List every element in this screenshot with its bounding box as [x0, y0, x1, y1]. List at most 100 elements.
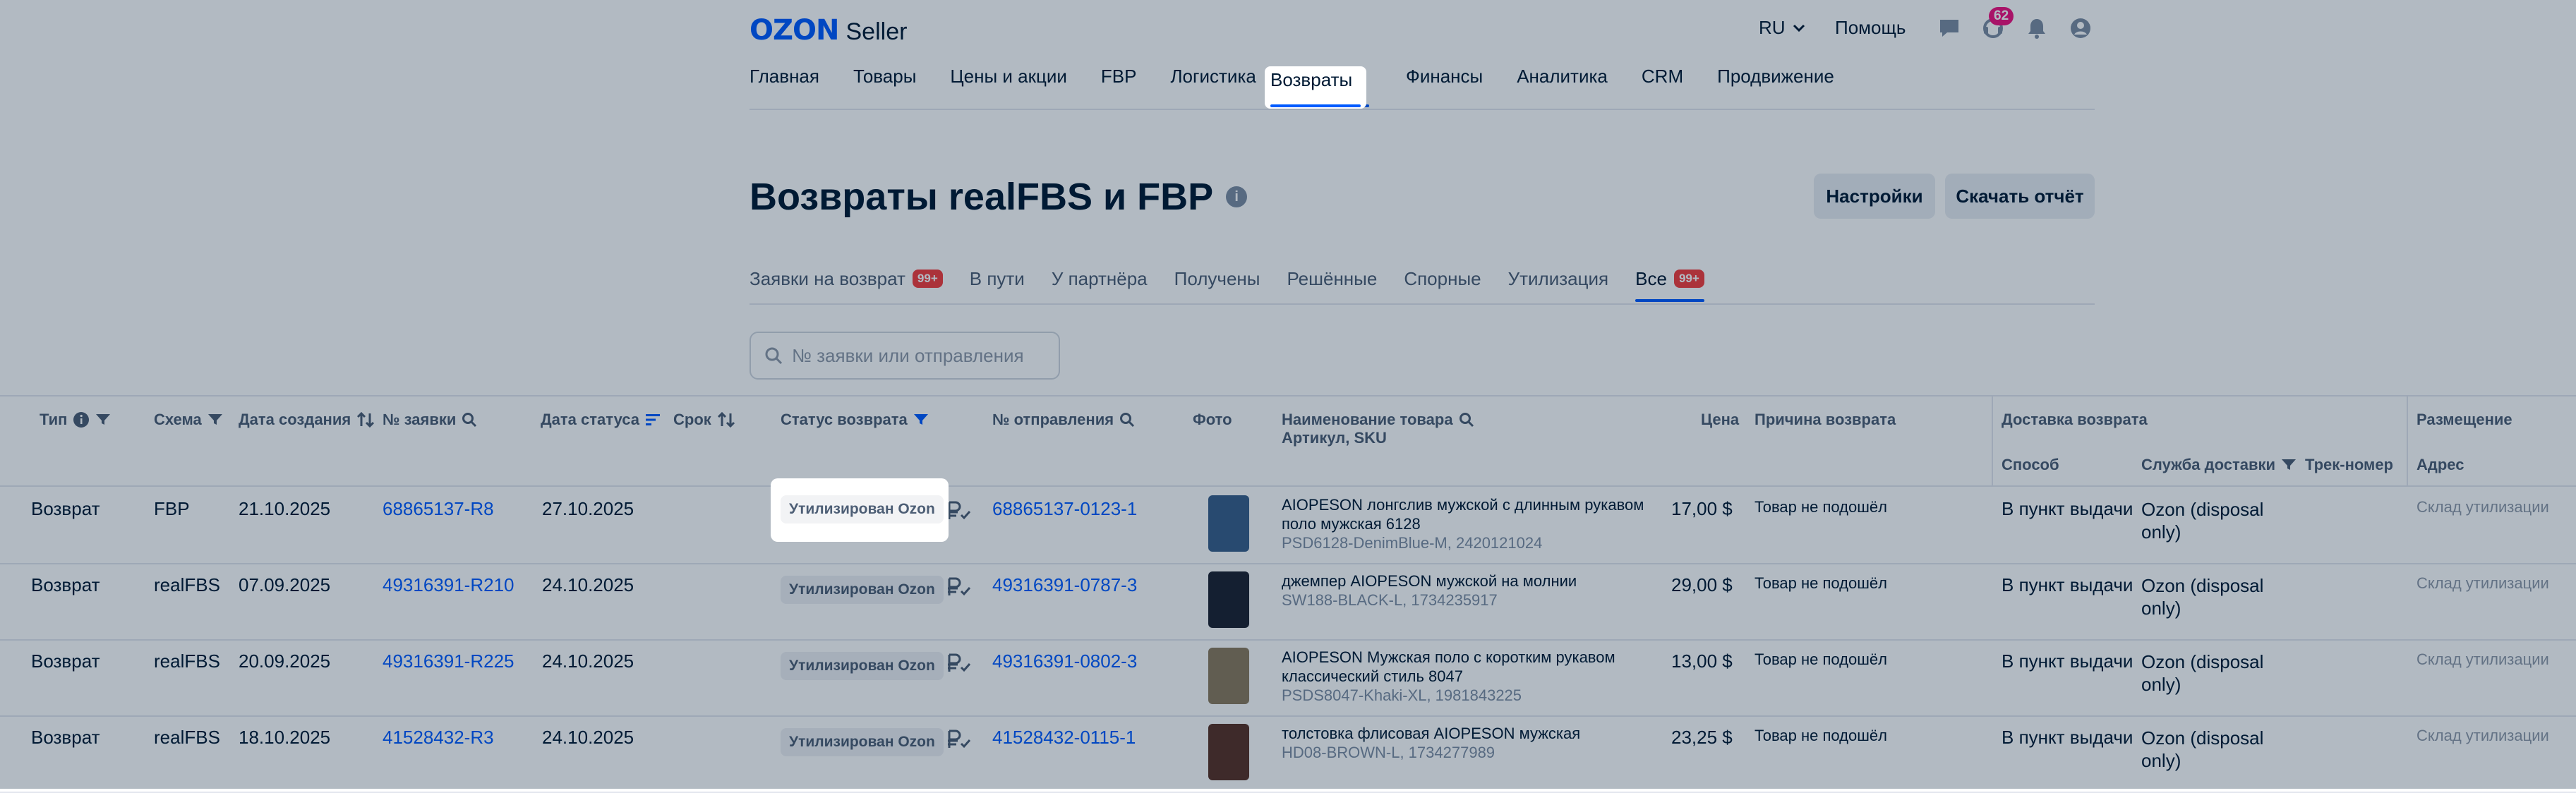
- status-badge: Утилизирован Ozon: [781, 576, 944, 604]
- tab-at-partner[interactable]: У партнёра: [1052, 268, 1148, 302]
- tab-resolved[interactable]: Решённые: [1287, 268, 1377, 302]
- nav-item-products[interactable]: Товары: [853, 67, 916, 107]
- col-method: Способ: [2002, 456, 2059, 474]
- nav-item-main[interactable]: Главная: [750, 67, 819, 107]
- col-created-label: Дата создания: [239, 411, 351, 428]
- nav-item-fbp[interactable]: FBP: [1101, 67, 1137, 107]
- bell-icon[interactable]: [2024, 16, 2050, 41]
- settings-button[interactable]: Настройки: [1814, 174, 1935, 219]
- col-reason: Причина возврата: [1755, 411, 1896, 429]
- product-photo[interactable]: [1208, 648, 1249, 704]
- tab-return-requests[interactable]: Заявки на возврат 99+: [750, 268, 943, 302]
- table-row[interactable]: Возврат realFBS 07.09.2025 49316391-R210…: [0, 563, 2576, 641]
- col-term[interactable]: Срок: [673, 411, 735, 429]
- col-address: Адрес: [2416, 456, 2464, 474]
- table-row[interactable]: Возврат realFBS 20.09.2025 49316391-R225…: [0, 639, 2576, 717]
- shipment-number-link[interactable]: 49316391-0787-3: [992, 574, 1137, 596]
- highlight-nav-returns[interactable]: Возвраты: [1265, 66, 1366, 109]
- search-field[interactable]: № заявки или отправления: [750, 332, 1060, 380]
- col-scheme[interactable]: Схема: [154, 411, 223, 429]
- product-sku: PSDS8047-Khaki-XL, 1981843225: [1282, 686, 1522, 704]
- col-request-no[interactable]: № заявки: [383, 411, 477, 429]
- filter-icon[interactable]: [95, 413, 111, 426]
- col-product-name[interactable]: Наименование товара: [1282, 411, 1474, 429]
- service-line2: only): [2141, 750, 2181, 771]
- request-number-link[interactable]: 49316391-R210: [383, 574, 514, 596]
- service-line1: Ozon (disposal: [2141, 651, 2264, 672]
- cell-created: 18.10.2025: [239, 727, 331, 748]
- search-icon[interactable]: [462, 412, 477, 428]
- cell-address: Склад утилизации: [2416, 727, 2549, 744]
- chat-icon[interactable]: [1937, 16, 1962, 41]
- col-status-date[interactable]: Дата статуса: [541, 411, 661, 429]
- col-service[interactable]: Служба доставки: [2141, 456, 2297, 474]
- tab-all[interactable]: Все 99+: [1635, 268, 1704, 302]
- sort-desc-icon[interactable]: [645, 413, 661, 426]
- nav-item-crm[interactable]: CRM: [1642, 67, 1683, 107]
- cell-reason: Товар не подошёл: [1755, 574, 1887, 592]
- shipment-number-link[interactable]: 68865137-0123-1: [992, 498, 1137, 520]
- status-badge: Утилизирован Ozon: [781, 495, 944, 523]
- cell-scheme: realFBS: [154, 650, 220, 672]
- product-sku: HD08-BROWN-L, 1734277989: [1282, 744, 1495, 761]
- filter-icon[interactable]: [2281, 459, 2297, 471]
- col-shipment-no[interactable]: № отправления: [992, 411, 1135, 429]
- highlight-status-cell[interactable]: Утилизирован Ozon: [771, 478, 949, 542]
- nav-item-analytics[interactable]: Аналитика: [1517, 67, 1608, 107]
- nav-item-finance[interactable]: Финансы: [1406, 67, 1483, 107]
- nav-item-returns-text: Возвраты: [1270, 69, 1353, 90]
- shipment-number-link[interactable]: 41528432-0115-1: [992, 727, 1136, 749]
- request-number-link[interactable]: 68865137-R8: [383, 498, 494, 520]
- language-selector[interactable]: RU: [1759, 17, 1805, 39]
- table-row[interactable]: Возврат FBP 21.10.2025 68865137-R8 27.10…: [0, 487, 2576, 564]
- col-type[interactable]: Тип: [40, 411, 111, 429]
- cell-method: В пункт выдачи: [2002, 498, 2133, 519]
- cell-method: В пункт выдачи: [2002, 727, 2133, 748]
- col-status[interactable]: Статус возврата: [781, 411, 929, 429]
- col-scheme-label: Схема: [154, 411, 202, 428]
- product-info[interactable]: AIOPESON Мужская поло с коротким рукавом…: [1282, 648, 1649, 705]
- request-number-link[interactable]: 41528432-R3: [383, 727, 494, 749]
- ozon-seller-logo[interactable]: OZON Seller: [750, 14, 907, 47]
- search-icon[interactable]: [1119, 412, 1135, 428]
- product-info[interactable]: толстовка флисовая AIOPESON мужская HD08…: [1282, 724, 1649, 762]
- product-sku: SW188-BLACK-L, 1734235917: [1282, 591, 1498, 609]
- product-info[interactable]: AIOPESON лонгслив мужской с длинным рука…: [1282, 495, 1649, 552]
- tab-label: Получены: [1174, 268, 1260, 289]
- filter-active-icon[interactable]: [913, 413, 929, 426]
- col-reason-label: Причина возврата: [1755, 411, 1896, 428]
- product-photo[interactable]: [1208, 724, 1249, 780]
- product-name-line1: толстовка флисовая AIOPESON мужская: [1282, 725, 1581, 742]
- request-number-link[interactable]: 49316391-R225: [383, 650, 514, 672]
- nav-item-prices[interactable]: Цены и акции: [950, 67, 1066, 107]
- sort-icon[interactable]: [717, 411, 735, 428]
- cell-scheme: realFBS: [154, 727, 220, 748]
- nav-item-logistics[interactable]: Логистика: [1170, 67, 1256, 107]
- cell-status-date: 24.10.2025: [542, 650, 634, 672]
- col-created[interactable]: Дата создания: [239, 411, 375, 429]
- product-info[interactable]: джемпер AIOPESON мужской на молнии SW188…: [1282, 571, 1649, 610]
- profile-icon[interactable]: [2068, 16, 2093, 41]
- help-link[interactable]: Помощь: [1835, 17, 1906, 39]
- tab-received[interactable]: Получены: [1174, 268, 1260, 302]
- filter-icon[interactable]: [207, 413, 223, 426]
- shipment-number-link[interactable]: 49316391-0802-3: [992, 650, 1137, 672]
- info-icon[interactable]: i: [1226, 186, 1248, 207]
- sort-icon[interactable]: [356, 411, 375, 428]
- product-photo[interactable]: [1208, 571, 1249, 628]
- nav-item-promotion[interactable]: Продвижение: [1717, 67, 1834, 107]
- col-placement-label: Размещение: [2416, 411, 2512, 428]
- product-photo[interactable]: [1208, 495, 1249, 552]
- search-input[interactable]: № заявки или отправления: [792, 345, 1024, 367]
- col-service-label: Служба доставки: [2141, 456, 2276, 473]
- ruble-check-icon: [946, 501, 973, 522]
- tab-disposal[interactable]: Утилизация: [1508, 268, 1609, 302]
- tab-in-transit[interactable]: В пути: [970, 268, 1025, 302]
- download-report-button[interactable]: Скачать отчёт: [1945, 174, 2095, 219]
- info-icon[interactable]: [73, 411, 90, 428]
- product-name-line1: AIOPESON лонгслив мужской с длинным рука…: [1282, 496, 1644, 514]
- cell-service: Ozon (disposal only): [2141, 498, 2263, 543]
- table-row[interactable]: Возврат realFBS 18.10.2025 41528432-R3 2…: [0, 715, 2576, 793]
- tab-disputed[interactable]: Спорные: [1404, 268, 1481, 302]
- search-icon[interactable]: [1459, 412, 1474, 428]
